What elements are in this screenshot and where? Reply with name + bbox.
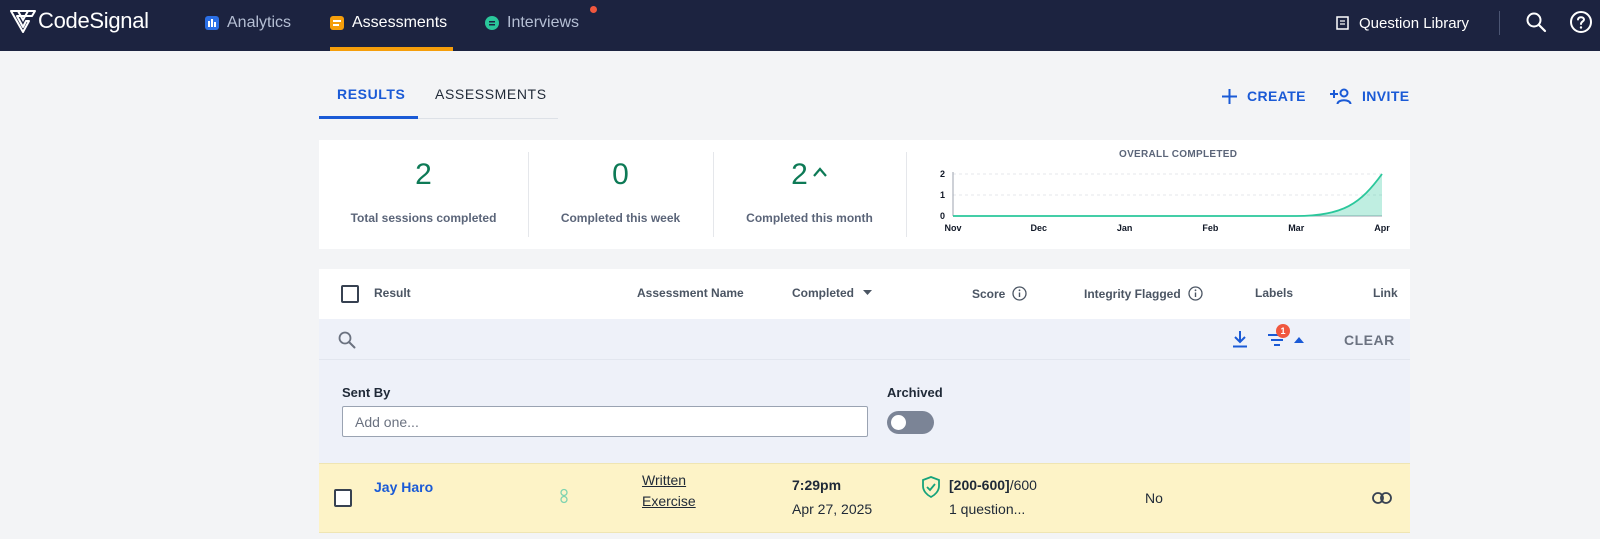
invite-button[interactable]: INVITE: [1330, 86, 1410, 106]
col-assessment-name[interactable]: Assessment Name: [637, 286, 744, 300]
chart-x-tick-label: Mar: [1288, 223, 1305, 233]
score-total: /600: [1009, 477, 1037, 493]
book-icon: [1336, 16, 1349, 30]
brand-name: CodeSignal: [38, 8, 149, 33]
nav-assessments-label: Assessments: [352, 14, 448, 31]
chart-x-tick-label: Apr: [1374, 223, 1390, 233]
completed-time: 7:29pm: [792, 477, 842, 493]
chevron-up-icon: [813, 167, 827, 177]
completed-chart: 0 1 2 Nov Dec Jan Feb Mar Apr: [940, 169, 1390, 233]
toggle-knob: [891, 415, 906, 430]
caret-up-icon[interactable]: [1294, 337, 1304, 343]
archived-label: Archived: [887, 385, 943, 400]
stat-value-text: 2: [791, 158, 808, 191]
stat-completed-week: 0 Completed this week: [528, 140, 713, 249]
create-button[interactable]: CREATE: [1222, 86, 1306, 106]
nav-analytics-label: Analytics: [227, 14, 292, 31]
col-completed[interactable]: Completed: [792, 286, 873, 300]
add-user-icon: [1330, 88, 1352, 104]
tab-active-indicator: [319, 116, 418, 119]
col-labels[interactable]: Labels: [1255, 286, 1293, 300]
col-completed-label: Completed: [792, 286, 855, 300]
assessment-name-line1: Written: [642, 472, 687, 488]
filter-count-badge: 1: [1276, 324, 1290, 338]
filters-panel: Sent By Archived: [319, 360, 1410, 463]
tab-assessments[interactable]: ASSESSMENTS: [435, 86, 547, 102]
chart-y-tick-label: 1: [940, 190, 945, 200]
row-checkbox[interactable]: [334, 489, 352, 507]
search-icon: [338, 331, 356, 349]
clipboard-icon: [330, 16, 344, 30]
col-result[interactable]: Result: [374, 286, 411, 300]
stat-total-sessions: 2 Total sessions completed: [319, 140, 528, 249]
assessment-name-link[interactable]: Written Exercise: [642, 470, 696, 512]
nav-assessments[interactable]: Assessments: [330, 12, 447, 34]
sort-down-icon: [863, 290, 873, 295]
score-range: [200-600]: [949, 477, 1010, 493]
score-detail[interactable]: 1 question...: [949, 501, 1025, 517]
col-score-label: Score: [972, 286, 1006, 301]
stat-value: 0: [612, 158, 629, 191]
stat-value: 2: [415, 158, 432, 191]
proctoring-icon: [560, 488, 568, 504]
chart-x-tick-label: Jan: [1117, 223, 1133, 233]
search-icon[interactable]: [1525, 11, 1547, 33]
completed-date: Apr 27, 2025: [792, 501, 873, 517]
codesignal-logo-icon: [10, 10, 36, 33]
nav-analytics[interactable]: Analytics: [205, 12, 291, 34]
col-integrity-label: Integrity Flagged: [1084, 286, 1181, 301]
top-nav: CodeSignal Analytics Assessments Intervi…: [0, 0, 1600, 51]
tab-results[interactable]: RESULTS: [337, 86, 406, 102]
stats-card: 2 Total sessions completed 0 Completed t…: [319, 140, 1410, 249]
nav-divider: [1499, 11, 1500, 35]
plus-icon: [1222, 88, 1237, 104]
chart-x-tick-label: Nov: [944, 223, 961, 233]
chart-y-tick-label: 0: [940, 211, 945, 221]
results-search-bar[interactable]: 1 CLEAR: [319, 319, 1410, 360]
stat-label: Total sessions completed: [350, 211, 497, 225]
candidate-name-link[interactable]: Jay Haro: [374, 479, 433, 495]
assessment-name-line2: Exercise: [642, 493, 696, 509]
clear-button[interactable]: CLEAR: [1344, 332, 1395, 348]
sent-by-label: Sent By: [342, 385, 391, 400]
nav-interviews-label: Interviews: [507, 14, 580, 31]
info-icon[interactable]: [1012, 286, 1028, 301]
download-icon[interactable]: [1232, 330, 1248, 348]
chart-x-tick-label: Dec: [1031, 223, 1048, 233]
stat-value: 2: [713, 158, 906, 192]
stat-completed-month: 2 Completed this month: [713, 140, 906, 249]
col-link[interactable]: Link: [1373, 286, 1398, 300]
table-header: Result Assessment Name Completed Score I…: [319, 269, 1410, 319]
chart-y-tick-label: 2: [940, 169, 945, 179]
chart-x-tick-label: Feb: [1202, 223, 1219, 233]
chart-title: OVERALL COMPLETED: [1119, 149, 1238, 160]
stat-divider: [906, 152, 907, 237]
stat-label: Completed this week: [560, 211, 681, 225]
link-icon[interactable]: [1372, 492, 1392, 504]
bar-chart-icon: [205, 16, 219, 30]
chat-icon: [485, 16, 499, 30]
create-label: CREATE: [1247, 88, 1306, 104]
chart-series-line: [953, 173, 1383, 217]
col-integrity-flagged[interactable]: Integrity Flagged: [1084, 286, 1203, 301]
archived-toggle[interactable]: [887, 411, 934, 434]
integrity-flagged-value: No: [1145, 490, 1163, 506]
sent-by-input[interactable]: [342, 406, 868, 437]
question-library-link[interactable]: Question Library: [1336, 12, 1469, 34]
verified-shield-icon: [922, 476, 940, 498]
score-value[interactable]: [200-600]/600: [949, 477, 1052, 493]
notification-dot: [590, 6, 597, 13]
nav-interviews[interactable]: Interviews: [485, 12, 579, 34]
select-all-checkbox[interactable]: [341, 285, 359, 303]
invite-label: INVITE: [1362, 88, 1410, 104]
table-row[interactable]: Jay Haro Written Exercise 7:29pm Apr 27,…: [319, 463, 1410, 533]
help-icon[interactable]: [1569, 10, 1593, 34]
question-library-label: Question Library: [1359, 14, 1470, 32]
info-icon[interactable]: [1188, 286, 1203, 301]
codesignal-logo[interactable]: CodeSignal: [10, 8, 149, 34]
chart-area: [953, 174, 1382, 216]
col-score[interactable]: Score: [972, 286, 1028, 301]
nav-active-indicator: [330, 47, 453, 51]
stat-label: Completed this month: [746, 211, 873, 225]
